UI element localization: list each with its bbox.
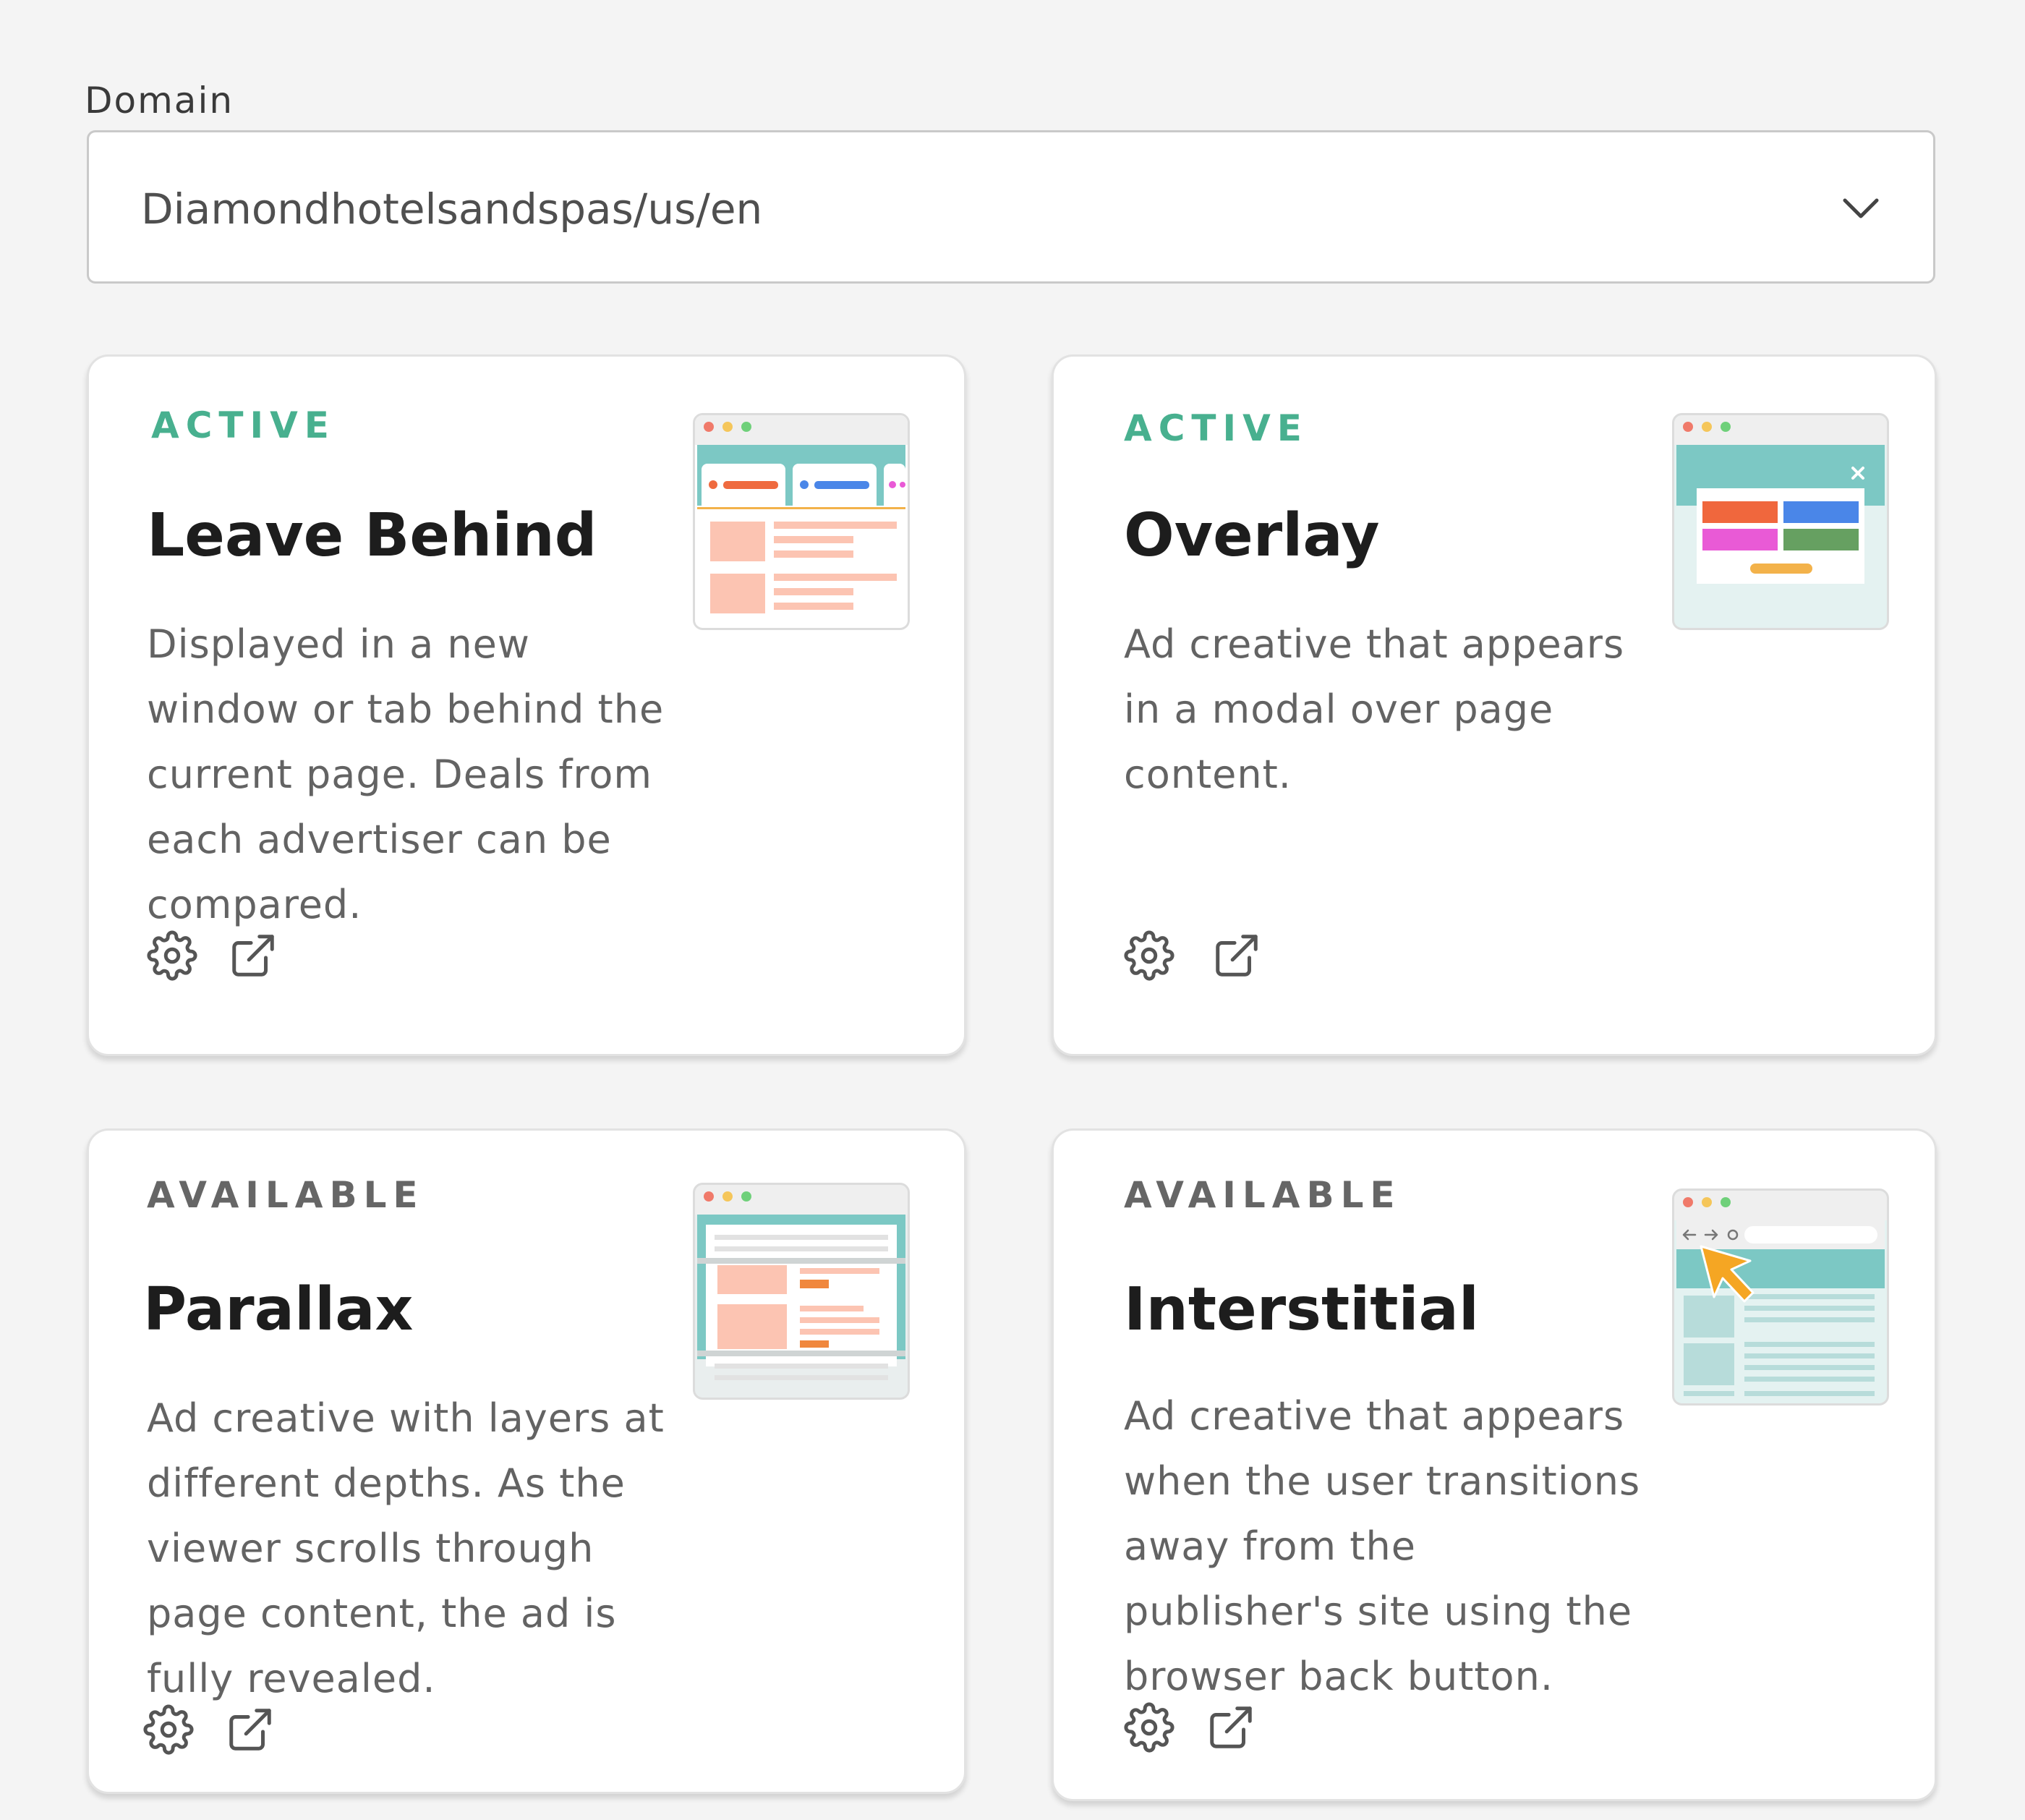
card-title: Interstitial: [1124, 1275, 1479, 1344]
card-interstitial: AVAILABLE Interstitial Ad creative that …: [1052, 1128, 1937, 1801]
card-description: Displayed in a new window or tab behind …: [147, 621, 665, 927]
card-title: Leave Behind: [147, 501, 597, 570]
status-badge: ACTIVE: [151, 404, 336, 446]
gear-icon[interactable]: [1124, 1702, 1174, 1753]
domain-select-value: Diamondhotelsandspas/us/en: [141, 184, 763, 234]
card-description: Ad creative that appears in a modal over…: [1124, 621, 1625, 797]
gear-icon[interactable]: [1124, 930, 1174, 981]
external-link-icon[interactable]: [1211, 930, 1262, 981]
domain-select[interactable]: Diamondhotelsandspas/us/en: [87, 130, 1935, 284]
external-link-icon[interactable]: [1206, 1702, 1256, 1753]
external-link-icon[interactable]: [228, 930, 278, 981]
card-overlay: ACTIVE Overlay Ad creative that appears …: [1052, 354, 1937, 1056]
chevron-down-icon: [1843, 198, 1879, 218]
interstitial-thumbnail: [1672, 1188, 1889, 1406]
status-badge: ACTIVE: [1124, 407, 1308, 449]
card-description: Ad creative that appears when the user t…: [1124, 1393, 1641, 1699]
card-leave-behind: ACTIVE Leave Behind Displayed in a new w…: [87, 354, 966, 1056]
external-link-icon[interactable]: [225, 1704, 276, 1755]
status-badge: AVAILABLE: [147, 1174, 425, 1216]
card-title: Parallax: [143, 1275, 414, 1344]
overlay-thumbnail: [1672, 413, 1889, 630]
parallax-thumbnail: [693, 1183, 910, 1400]
leave-behind-thumbnail: [693, 413, 910, 630]
gear-icon[interactable]: [143, 1704, 194, 1755]
gear-icon[interactable]: [147, 930, 197, 981]
card-title: Overlay: [1124, 501, 1380, 570]
card-parallax: AVAILABLE Parallax Ad creative with laye…: [87, 1128, 966, 1794]
domain-label: Domain: [85, 80, 234, 122]
card-description: Ad creative with layers at different dep…: [147, 1395, 665, 1701]
status-badge: AVAILABLE: [1124, 1174, 1402, 1216]
